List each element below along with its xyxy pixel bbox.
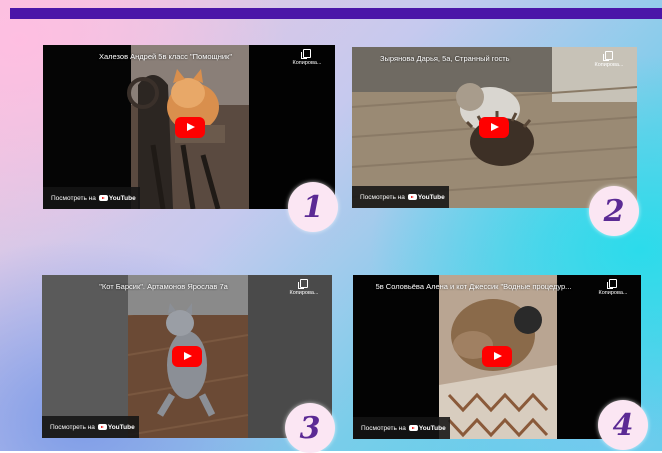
copy-link-button[interactable]: Копирова... bbox=[287, 49, 327, 67]
copy-icon bbox=[603, 51, 613, 61]
video-number-badge-3: 3 bbox=[285, 403, 335, 453]
youtube-logo: YouTube bbox=[408, 425, 446, 432]
watch-on-label: Посмотреть на bbox=[361, 424, 406, 432]
copy-icon bbox=[298, 279, 308, 289]
video-title[interactable]: Зырянова Дарья, 5а, Странный гость bbox=[380, 54, 582, 63]
copy-link-label: Копирова... bbox=[598, 290, 628, 296]
copy-link-label: Копирова... bbox=[292, 60, 322, 66]
video-title[interactable]: 5в Соловьёва Алена и кот Джессик "Водные… bbox=[361, 282, 586, 291]
watch-on-label: Посмотреть на bbox=[50, 423, 95, 431]
youtube-logo: YouTube bbox=[98, 195, 136, 202]
copy-icon bbox=[607, 279, 617, 289]
video-number-badge-4: 4 bbox=[598, 400, 648, 450]
play-button[interactable] bbox=[175, 117, 205, 138]
youtube-logo-icon bbox=[408, 425, 418, 431]
video-embed-4[interactable]: 5в Соловьёва Алена и кот Джессик "Водные… bbox=[353, 275, 641, 439]
watch-on-youtube-button[interactable]: Посмотреть на YouTube bbox=[43, 187, 140, 209]
video-number-badge-2: 2 bbox=[589, 186, 639, 236]
play-button[interactable] bbox=[172, 346, 202, 367]
copy-link-button[interactable]: Копирова... bbox=[589, 51, 629, 69]
top-accent-bar bbox=[10, 8, 662, 19]
play-button[interactable] bbox=[482, 346, 512, 367]
video-number-badge-1: 1 bbox=[288, 182, 338, 232]
watch-on-youtube-button[interactable]: Посмотреть на YouTube bbox=[42, 416, 139, 438]
youtube-logo: YouTube bbox=[407, 194, 445, 201]
copy-link-label: Копирова... bbox=[594, 62, 624, 68]
youtube-logo: YouTube bbox=[97, 424, 135, 431]
copy-link-button[interactable]: Копирова... bbox=[593, 279, 633, 297]
youtube-logo-icon bbox=[97, 424, 107, 430]
copy-link-button[interactable]: Копирова... bbox=[284, 279, 324, 297]
play-button[interactable] bbox=[479, 117, 509, 138]
video-embed-1[interactable]: Халезов Андрей 5в класс "Помощник" Копир… bbox=[43, 45, 335, 209]
video-embed-2[interactable]: Зырянова Дарья, 5а, Странный гость Копир… bbox=[352, 47, 637, 208]
badge-number: 3 bbox=[299, 410, 321, 446]
youtube-logo-icon bbox=[407, 194, 417, 200]
watch-on-label: Посмотреть на bbox=[51, 194, 96, 202]
badge-number: 4 bbox=[612, 407, 634, 443]
copy-icon bbox=[301, 49, 311, 59]
watch-on-youtube-button[interactable]: Посмотреть на YouTube bbox=[352, 186, 449, 208]
youtube-logo-icon bbox=[98, 195, 108, 201]
watch-on-label: Посмотреть на bbox=[360, 193, 405, 201]
copy-link-label: Копирова... bbox=[289, 290, 319, 296]
video-title[interactable]: Халезов Андрей 5в класс "Помощник" bbox=[51, 52, 280, 61]
watch-on-youtube-button[interactable]: Посмотреть на YouTube bbox=[353, 417, 450, 439]
video-title[interactable]: "Кот Барсик". Артамонов Ярослав 7а bbox=[50, 282, 277, 291]
badge-number: 2 bbox=[603, 193, 625, 229]
badge-number: 1 bbox=[302, 189, 324, 225]
